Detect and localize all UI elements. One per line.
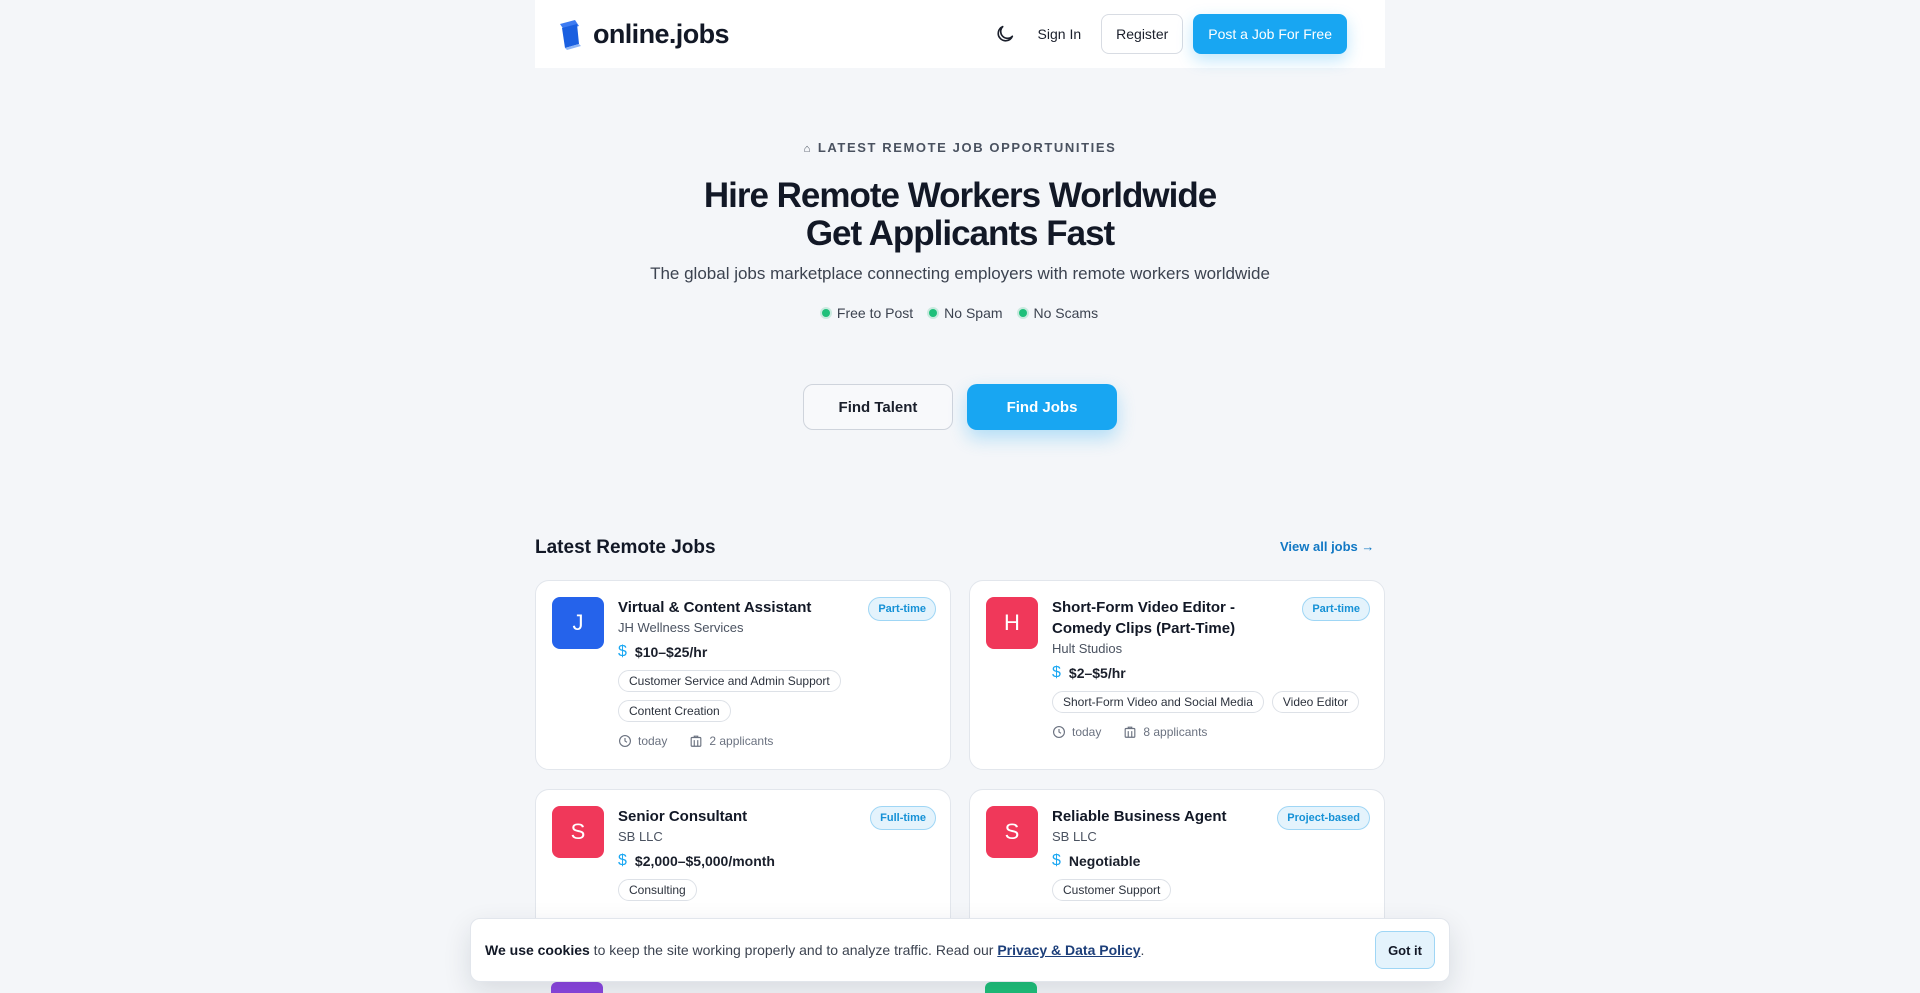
cookie-banner: We use cookies to keep the site working …	[470, 918, 1450, 982]
company-avatar: S	[986, 806, 1038, 858]
hero-title: Hire Remote Workers Worldwide Get Applic…	[0, 177, 1920, 253]
hero-cta-group: Find Talent Find Jobs	[0, 384, 1920, 430]
hero-title-line-1: Hire Remote Workers Worldwide	[703, 176, 1217, 215]
find-talent-button[interactable]: Find Talent	[803, 384, 953, 430]
cookie-body: to keep the site working properly and to…	[589, 942, 998, 958]
job-type-badge: Project-based	[1277, 806, 1370, 830]
site-header: online.jobs Sign In Register Post a Job …	[535, 0, 1385, 68]
cookie-lead: We use cookies	[485, 942, 590, 958]
pay-value: $10–$25/hr	[634, 644, 708, 660]
clock-icon	[619, 735, 631, 747]
tag-list: Customer Support	[1052, 879, 1370, 901]
logo[interactable]: online.jobs	[557, 18, 730, 50]
pay-value: $2–$5/hr	[1068, 665, 1126, 681]
dollar-icon: $	[1052, 852, 1061, 869]
tag-list: Consulting	[618, 879, 936, 901]
post-job-button[interactable]: Post a Job For Free	[1193, 14, 1347, 54]
company-name: JH Wellness Services	[618, 620, 744, 635]
section-title: Latest Remote Jobs	[535, 537, 716, 558]
company-name: Hult Studios	[1052, 641, 1123, 656]
pay-value: $2,000–$5,000/month	[634, 853, 775, 869]
job-type-badge: Part-time	[868, 597, 936, 621]
dollar-icon: $	[618, 643, 627, 660]
company-avatar: H	[986, 597, 1038, 649]
perk-label: No Scams	[1033, 305, 1099, 321]
company-name: SB LLC	[618, 829, 663, 844]
category-tag[interactable]: Customer Service and Admin Support	[618, 670, 841, 692]
job-meta: today 8 applicants	[1052, 725, 1290, 739]
job-pay: $ $10–$25/hr	[618, 643, 856, 661]
find-jobs-button[interactable]: Find Jobs	[967, 384, 1117, 430]
job-type-badge: Full-time	[870, 806, 936, 830]
privacy-policy-link[interactable]: Privacy & Data Policy	[997, 942, 1140, 958]
pay-value: Negotiable	[1068, 853, 1141, 869]
job-pay: $ Negotiable	[1052, 852, 1290, 870]
job-card[interactable]: H Short-Form Video Editor - Comedy Clips…	[969, 580, 1385, 770]
logo-text: online.jobs	[593, 18, 730, 49]
job-title[interactable]: Reliable Business Agent	[1052, 806, 1290, 827]
job-card-body: Reliable Business Agent SB LLC $ Negotiab…	[1052, 806, 1290, 901]
hero-subtitle: The global jobs marketplace connecting e…	[650, 264, 1270, 283]
view-all-jobs-link[interactable]: View all jobs →	[1280, 539, 1374, 554]
job-card-body: Virtual & Content Assistant JH Wellness …	[618, 597, 856, 748]
job-pay: $ $2–$5/hr	[1052, 664, 1290, 682]
perk-label: No Spam	[944, 305, 1003, 321]
company-name: SB LLC	[1052, 829, 1097, 844]
job-pay: $ $2,000–$5,000/month	[618, 852, 856, 870]
perk-item: No Spam	[929, 305, 1003, 321]
eyebrow-glyph-icon: ⌂	[803, 143, 812, 155]
dollar-icon: $	[1052, 664, 1061, 681]
hero-eyebrow: ⌂ LATEST REMOTE JOB OPPORTUNITIES	[0, 140, 1920, 155]
posted-time: today	[638, 734, 668, 748]
company-avatar-peek	[985, 982, 1037, 993]
posted-time: today	[1072, 725, 1102, 739]
company-avatar: S	[552, 806, 604, 858]
job-card-body: Senior Consultant SB LLC $ $2,000–$5,000/…	[618, 806, 856, 901]
category-tag[interactable]: Customer Support	[1052, 879, 1172, 901]
tag-list: Customer Service and Admin Support Conte…	[618, 670, 936, 722]
status-dot-icon	[1018, 309, 1027, 317]
hero-title-line-2: Get Applicants Fast	[805, 214, 1115, 253]
logo-mark-icon	[560, 20, 581, 50]
job-title[interactable]: Virtual & Content Assistant	[618, 597, 856, 618]
status-dot-icon	[929, 309, 938, 317]
moon-icon[interactable]	[994, 23, 1016, 45]
cookie-message: We use cookies to keep the site working …	[485, 942, 1144, 958]
accept-cookies-button[interactable]: Got it	[1375, 931, 1435, 969]
category-tag[interactable]: Video Editor	[1271, 691, 1360, 713]
category-tag[interactable]: Short-Form Video and Social Media	[1052, 691, 1264, 713]
register-button[interactable]: Register	[1101, 14, 1184, 54]
company-avatar: J	[552, 597, 604, 649]
job-title[interactable]: Short-Form Video Editor - Comedy Clips (…	[1052, 597, 1290, 639]
perk-item: No Scams	[1018, 305, 1099, 321]
header-nav: Sign In Register Post a Job For Free	[994, 14, 1347, 54]
building-icon	[1124, 726, 1136, 738]
cookie-end: .	[1140, 942, 1145, 958]
dollar-icon: $	[618, 852, 627, 869]
category-tag[interactable]: Content Creation	[618, 700, 731, 722]
tag-list: Short-Form Video and Social Media Video …	[1052, 691, 1370, 713]
perk-item: Free to Post	[821, 305, 914, 321]
applicant-count: 8 applicants	[1143, 725, 1208, 739]
job-type-badge: Part-time	[1302, 597, 1370, 621]
perk-label: Free to Post	[836, 305, 914, 321]
job-card-body: Short-Form Video Editor - Comedy Clips (…	[1052, 597, 1360, 739]
job-meta: today 2 applicants	[618, 734, 856, 748]
building-icon	[690, 735, 702, 747]
category-tag[interactable]: Consulting	[618, 879, 697, 901]
job-title[interactable]: Senior Consultant	[618, 806, 856, 827]
perk-list: Free to Post No Spam No Scams	[0, 305, 1920, 321]
job-card[interactable]: J Virtual & Content Assistant JH Wellnes…	[535, 580, 951, 770]
status-dot-icon	[821, 309, 830, 317]
company-avatar-peek	[551, 982, 603, 993]
eyebrow-text: LATEST REMOTE JOB OPPORTUNITIES	[817, 140, 1117, 155]
clock-icon	[1053, 726, 1065, 738]
applicant-count: 2 applicants	[709, 734, 774, 748]
sign-in-link[interactable]: Sign In	[1038, 26, 1082, 42]
